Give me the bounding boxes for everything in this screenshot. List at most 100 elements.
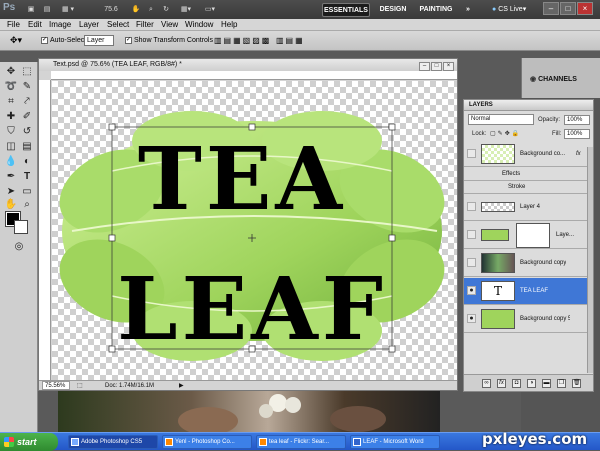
visibility-eye-icon[interactable]: ●	[467, 286, 476, 295]
minibridge-button[interactable]: ▤	[40, 3, 54, 16]
taskbar-item-word[interactable]: LEAF - Microsoft Word	[350, 435, 440, 449]
brush-tool-icon[interactable]: ✐	[20, 110, 34, 123]
visibility-toggle[interactable]	[467, 230, 476, 239]
rotate-view-icon[interactable]: ↻	[160, 3, 172, 16]
zoom-level-select[interactable]: 75.6	[96, 3, 126, 16]
menu-file[interactable]: File	[7, 19, 20, 31]
layer-row[interactable]: Background copy	[464, 250, 587, 277]
hand-tool-icon[interactable]: ✋	[130, 3, 142, 16]
more-workspaces-button[interactable]: »	[462, 3, 474, 17]
visibility-toggle[interactable]	[467, 258, 476, 267]
visibility-toggle[interactable]	[467, 149, 476, 158]
new-layer-icon[interactable]: ❐	[557, 379, 566, 388]
menu-filter[interactable]: Filter	[136, 19, 154, 31]
status-nav-icon: ⬚	[77, 383, 83, 389]
opacity-input[interactable]: 100%	[564, 115, 590, 125]
start-button[interactable]: start	[0, 433, 58, 451]
auto-select-dropdown[interactable]: Layer	[84, 35, 114, 46]
auto-select-checkbox[interactable]: ✓	[41, 37, 48, 44]
add-mask-icon[interactable]: ◘	[512, 379, 521, 388]
doc-maximize-icon[interactable]: □	[431, 62, 442, 71]
effects-row[interactable]: Effects	[464, 168, 587, 181]
document-tab[interactable]: Text.psd @ 75.6% (TEA LEAF, RGB/8#) * – □…	[39, 59, 457, 71]
layer-name: Laye...	[556, 232, 575, 238]
screen-mode-button[interactable]: ▭▾	[200, 3, 220, 16]
lock-icons[interactable]: ▢✎✥🔒	[490, 129, 521, 139]
layer-row[interactable]: Laye...	[464, 222, 587, 249]
layer-row[interactable]: ● Background copy 5	[464, 306, 587, 333]
new-group-icon[interactable]: ▬	[542, 379, 551, 388]
menu-edit[interactable]: Edit	[28, 19, 42, 31]
menu-help[interactable]: Help	[221, 19, 237, 31]
lasso-tool-icon[interactable]: ➰	[4, 80, 18, 93]
healing-brush-icon[interactable]: ✚	[4, 110, 18, 123]
close-icon[interactable]: ×	[577, 2, 593, 15]
doc-minimize-icon[interactable]: –	[419, 62, 430, 71]
layer-row[interactable]: Background co... fx	[464, 141, 587, 167]
bridge-button[interactable]: ▣	[24, 3, 38, 16]
taskbar-item-browser[interactable]: Yenl - Photoshop Co...	[162, 435, 252, 449]
visibility-eye-icon[interactable]: ●	[467, 314, 476, 323]
menu-window[interactable]: Window	[185, 19, 213, 31]
menu-view[interactable]: View	[161, 19, 178, 31]
history-brush-icon[interactable]: ↺	[20, 125, 34, 138]
distribute-buttons[interactable]: ▥▤▦	[276, 35, 305, 46]
workspace-painting[interactable]: PAINTING	[414, 3, 458, 17]
hand-tool-icon[interactable]: ✋	[4, 198, 18, 211]
gradient-tool-icon[interactable]: ▤	[20, 140, 34, 153]
visibility-toggle[interactable]	[467, 202, 476, 211]
arrange-documents-button[interactable]: ▦▾	[176, 3, 196, 16]
eraser-tool-icon[interactable]: ◫	[4, 140, 18, 153]
workspace-design[interactable]: DESIGN	[376, 3, 410, 17]
zoom-tool-icon[interactable]: ⌕	[20, 198, 34, 211]
zoom-tool-icon[interactable]: ⌕	[145, 3, 157, 16]
layer-row-selected[interactable]: ● T TEA LEAF	[464, 278, 587, 305]
menu-bar: File Edit Image Layer Select Filter View…	[0, 19, 600, 31]
extras-button[interactable]: ▦ ▾	[56, 3, 80, 16]
fill-input[interactable]: 100%	[564, 129, 590, 139]
adjustment-layer-icon[interactable]: ◑	[527, 379, 536, 388]
move-tool-icon[interactable]: ✥	[4, 65, 18, 78]
artwork: TEA LEAF	[59, 111, 445, 361]
layer-row[interactable]: Layer 4	[464, 194, 587, 221]
blend-mode-select[interactable]: Normal	[468, 114, 534, 125]
cs-live-button[interactable]: ● CS Live▾	[492, 3, 538, 16]
type-tool-icon[interactable]: T	[20, 170, 34, 183]
status-menu-icon[interactable]: ▶	[179, 381, 184, 391]
canvas[interactable]: TEA LEAF	[52, 81, 457, 380]
workspace-essentials[interactable]: ESSENTIALS	[322, 3, 370, 17]
align-buttons[interactable]: ▥▤▦▧▨▩	[214, 35, 271, 46]
clone-stamp-icon[interactable]: ⛉	[4, 125, 18, 138]
show-transform-checkbox[interactable]: ✓	[125, 37, 132, 44]
stroke-effect-row[interactable]: Stroke	[464, 181, 587, 194]
layers-panel-title[interactable]: LAYERS	[464, 100, 593, 111]
link-layers-icon[interactable]: ∞	[482, 379, 491, 388]
quick-select-tool-icon[interactable]: ✎	[20, 80, 34, 93]
blur-tool-icon[interactable]: 💧	[4, 155, 18, 168]
zoom-field[interactable]: 75.56%	[42, 381, 70, 390]
dodge-tool-icon[interactable]: ◐	[20, 155, 34, 168]
delete-layer-icon[interactable]: 🗑	[572, 379, 581, 388]
shape-tool-icon[interactable]: ▭	[20, 185, 34, 198]
background-color-swatch[interactable]	[14, 220, 28, 234]
eyedropper-tool-icon[interactable]: ⤤	[20, 95, 34, 108]
taskbar-item-flickr[interactable]: tea leaf - Flickr: Sear...	[256, 435, 346, 449]
fill-label: Fill:	[552, 131, 562, 137]
taskbar-item-photoshop[interactable]: Adobe Photoshop CS5	[68, 435, 158, 449]
path-select-icon[interactable]: ➤	[4, 185, 18, 198]
menu-layer[interactable]: Layer	[79, 19, 99, 31]
quick-mask-icon[interactable]: ◎	[12, 240, 26, 253]
task-label: LEAF - Microsoft Word	[363, 439, 424, 445]
menu-select[interactable]: Select	[107, 19, 129, 31]
channels-tab[interactable]: ◉ CHANNELS	[530, 73, 596, 86]
menu-image[interactable]: Image	[49, 19, 71, 31]
minimize-icon[interactable]: –	[543, 2, 559, 15]
move-tool-icon[interactable]: ✥▾	[10, 35, 22, 46]
layers-scrollbar[interactable]	[587, 147, 593, 373]
crop-tool-icon[interactable]: ⌗	[4, 95, 18, 108]
doc-close-icon[interactable]: ×	[443, 62, 454, 71]
layer-style-icon[interactable]: fx	[497, 379, 506, 388]
marquee-tool-icon[interactable]: ⬚	[20, 65, 34, 78]
maximize-icon[interactable]: □	[560, 2, 576, 15]
pen-tool-icon[interactable]: ✒	[4, 170, 18, 183]
